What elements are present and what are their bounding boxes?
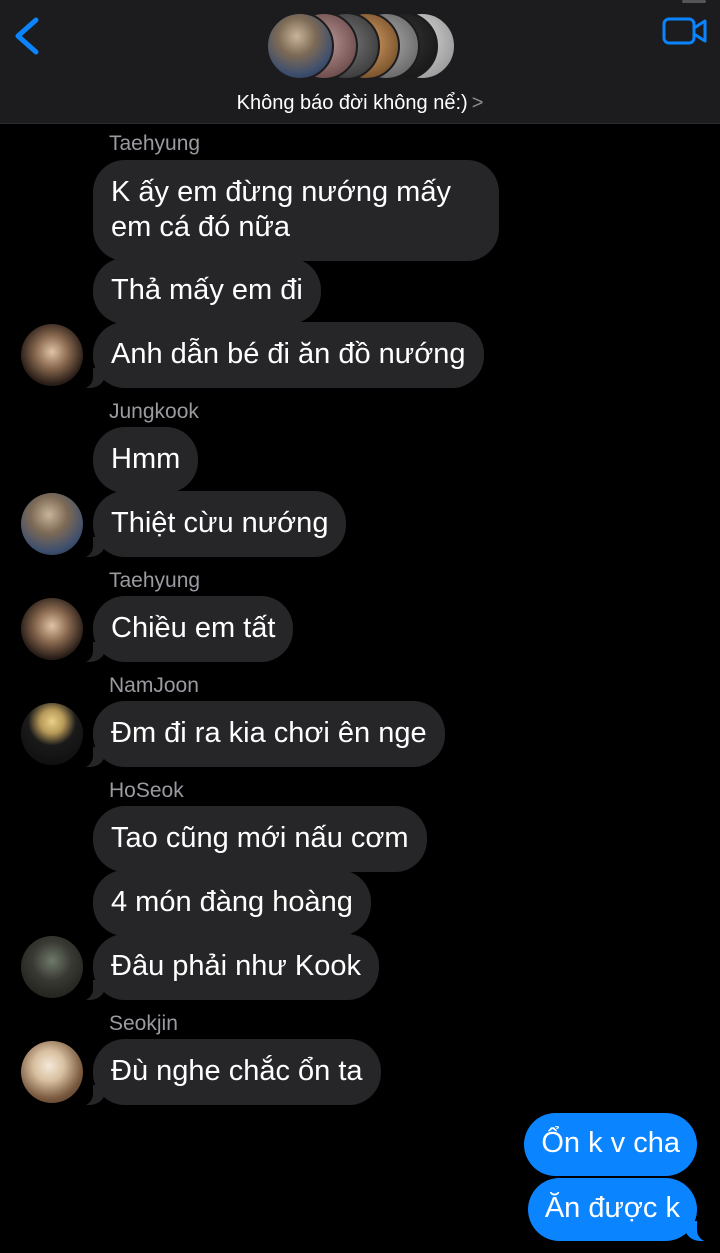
avatar[interactable] [21,936,83,998]
group-name: Không báo đời không nể:) [236,92,468,114]
chevron-right-icon: > [471,92,484,114]
outgoing-message-bubble[interactable]: Ăn được k [527,1178,712,1242]
sender-name: Seokjin [109,1012,178,1035]
sender-name: HoSeok [109,779,184,802]
chat-header: Không báo đời không nể:) > [0,0,720,124]
avatar[interactable] [21,598,83,660]
message-bubble[interactable]: Đm đi ra kia chơi ên nge [79,701,445,768]
avatar[interactable] [21,324,83,386]
message-bubble[interactable]: Thả mấy em đi [93,258,321,324]
message-bubble[interactable]: Thiệt cừu nướng [78,491,347,558]
chevron-left-icon[interactable] [10,14,46,58]
avatar[interactable] [21,1041,83,1103]
message-bubble[interactable]: Đâu phải như Kook [79,934,379,1001]
message-bubble[interactable]: Hmm [93,427,199,493]
avatar[interactable] [21,493,83,555]
message-bubble[interactable]: 4 món đàng hoàng [93,870,371,936]
sender-name: Taehyung [109,132,201,155]
outgoing-message-bubble[interactable]: Ổn k v cha [524,1113,697,1176]
message-bubble[interactable]: K ấy em đừng nướng mấy em cá đó nữa [93,160,499,261]
sender-name: NamJoon [109,674,199,697]
message-bubble[interactable]: Chiều em tất [78,596,294,663]
message-bubble[interactable]: Đù nghe chắc ổn ta [79,1039,381,1106]
group-avatar-stack[interactable] [266,12,456,82]
sender-name: Jungkook [109,400,199,423]
message-bubble[interactable]: Anh dẫn bé đi ăn đồ nướng [79,322,484,389]
avatar [266,12,334,80]
group-title[interactable]: Không báo đời không nể:) > [0,92,720,115]
avatar[interactable] [21,703,83,765]
status-bar-fragment [682,0,706,3]
message-bubble[interactable]: Tao cũng mới nấu cơm [93,806,427,872]
message-list[interactable]: Taehyung K ấy em đừng nướng mấy em cá đó… [0,124,720,1253]
sender-name: Taehyung [109,569,201,592]
video-camera-icon[interactable] [662,16,708,46]
